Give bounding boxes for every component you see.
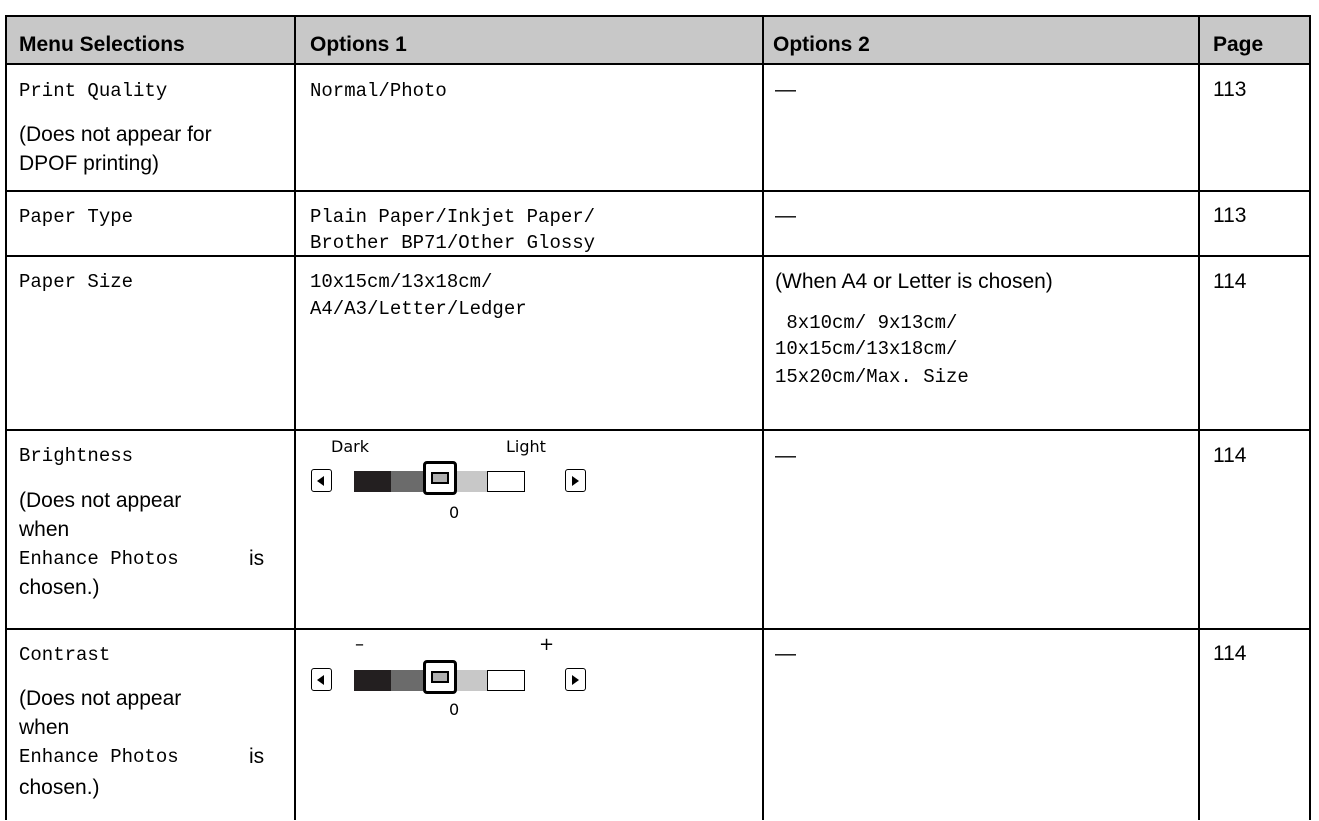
menu-note-line: chosen.)	[19, 776, 100, 799]
slider-left-label: –	[355, 634, 364, 655]
arrow-right-icon[interactable]	[565, 668, 586, 691]
slider-seg-black	[354, 670, 391, 691]
menu-note-line: (Does not appear	[19, 687, 182, 710]
options1-value: Normal/Photo	[310, 80, 447, 102]
slider-seg-white	[487, 471, 525, 492]
page-number: 114	[1213, 270, 1247, 293]
options2-dash: —	[775, 78, 796, 101]
hline-header	[5, 63, 1311, 65]
menu-paper-size: Paper Size	[19, 271, 134, 293]
slider-value: 0	[449, 700, 460, 719]
slider-seg-black	[354, 471, 391, 492]
menu-note-line: when	[19, 716, 70, 739]
header-bg	[5, 15, 1311, 64]
slider-knob-inner	[431, 472, 449, 484]
vline-2	[762, 15, 764, 820]
hline-row4	[5, 628, 1311, 630]
options1-value: 10x15cm/13x18cm/	[310, 271, 493, 293]
menu-paper-type: Paper Type	[19, 206, 134, 228]
contrast-slider: – + 0	[311, 634, 601, 738]
slider-seg-white	[487, 670, 525, 691]
menu-print-quality: Print Quality	[19, 80, 168, 102]
menu-note-line: DPOF printing)	[19, 152, 160, 175]
header-options-2: Options 2	[773, 33, 870, 56]
slider-value: 0	[449, 503, 460, 522]
menu-note-line: (Does not appear for	[19, 123, 212, 146]
slider-knob-inner	[431, 671, 449, 683]
options2-note: (When A4 or Letter is chosen)	[775, 270, 1053, 293]
options2-value: 8x10cm/ 9x13cm/	[775, 312, 958, 334]
slider-left-label: Dark	[331, 437, 369, 456]
slider-right-label: Light	[506, 437, 546, 456]
vline-1	[294, 15, 296, 820]
slider-seg-lightgray	[457, 670, 487, 691]
page-number: 113	[1213, 204, 1247, 227]
hline-top	[5, 15, 1311, 17]
page-number: 113	[1213, 78, 1247, 101]
menu-note-line: when	[19, 518, 70, 541]
slider-knob[interactable]	[423, 660, 457, 694]
slider-seg-darkgray	[391, 670, 423, 691]
slider-seg-darkgray	[391, 471, 423, 492]
options1-value: Brother BP71/Other Glossy	[310, 232, 596, 254]
arrow-left-icon[interactable]	[311, 469, 332, 492]
hline-row3	[5, 429, 1311, 431]
menu-brightness: Brightness	[19, 445, 134, 467]
options2-dash: —	[775, 642, 796, 665]
menu-note-is: is	[249, 547, 265, 570]
hline-row1	[5, 190, 1311, 192]
vline-3	[1198, 15, 1200, 820]
header-options-1: Options 1	[310, 33, 407, 56]
options2-value: 10x15cm/13x18cm/	[775, 338, 958, 360]
page-number: 114	[1213, 642, 1247, 665]
brightness-slider: Dark Light 0	[311, 439, 601, 539]
menu-note-line: chosen.)	[19, 576, 100, 599]
vline-0	[5, 15, 7, 820]
arrow-right-icon[interactable]	[565, 469, 586, 492]
options2-dash: —	[775, 444, 796, 467]
settings-table: Menu Selections Options 1 Options 2 Page…	[5, 15, 1311, 820]
menu-note-is: is	[249, 745, 265, 768]
options2-value: 15x20cm/Max. Size	[775, 366, 969, 388]
vline-4	[1309, 15, 1311, 820]
slider-knob[interactable]	[423, 461, 457, 495]
header-page: Page	[1213, 33, 1264, 56]
menu-note-mono: Enhance Photos	[19, 746, 179, 768]
slider-right-label: +	[539, 634, 555, 655]
hline-row2	[5, 255, 1311, 257]
header-menu-selections: Menu Selections	[19, 33, 185, 56]
menu-note-mono: Enhance Photos	[19, 548, 179, 570]
arrow-left-icon[interactable]	[311, 668, 332, 691]
page-number: 114	[1213, 444, 1247, 467]
options2-dash: —	[775, 204, 796, 227]
slider-seg-lightgray	[457, 471, 487, 492]
menu-note-line: (Does not appear	[19, 489, 182, 512]
options1-value: Plain Paper/Inkjet Paper/	[310, 206, 596, 228]
options1-value: A4/A3/Letter/Ledger	[310, 298, 527, 320]
menu-contrast: Contrast	[19, 644, 111, 666]
